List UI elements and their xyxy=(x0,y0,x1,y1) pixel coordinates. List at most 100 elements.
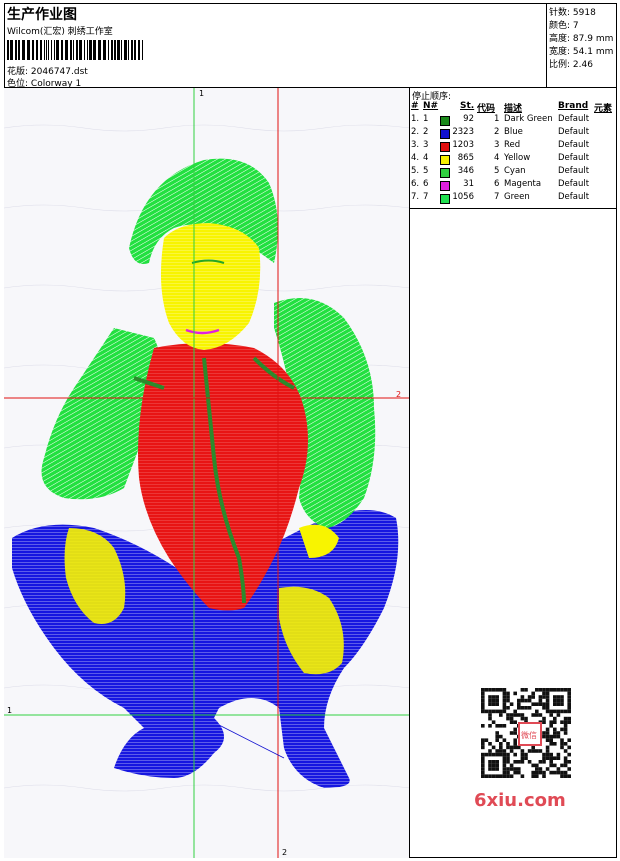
barcode-bar xyxy=(22,40,25,60)
qr-module xyxy=(553,709,557,714)
qr-module xyxy=(502,760,507,764)
qr-module xyxy=(495,731,499,735)
qr-module xyxy=(563,720,568,724)
qr-module xyxy=(560,738,564,742)
qr-module xyxy=(549,688,553,692)
qr-module xyxy=(491,767,496,771)
qr-module xyxy=(538,698,543,703)
qr-module xyxy=(502,749,507,753)
qr-module xyxy=(527,760,532,764)
color-swatch xyxy=(440,168,450,178)
qr-module xyxy=(560,698,564,703)
qr-module xyxy=(549,724,553,728)
col-header-brand: Brand xyxy=(558,101,589,111)
qr-module xyxy=(527,695,532,699)
qr-module xyxy=(567,767,571,771)
qr-module xyxy=(509,745,514,750)
qr-module xyxy=(495,774,499,778)
row-num: 6. xyxy=(411,179,420,189)
row-n: 2 xyxy=(423,127,429,137)
qr-module xyxy=(520,774,525,778)
qr-module xyxy=(553,716,557,721)
row-desc: Magenta xyxy=(504,179,542,189)
row-brand: Default xyxy=(558,114,590,124)
qr-module xyxy=(535,713,539,717)
qr-module xyxy=(488,752,492,757)
qr-module xyxy=(556,731,561,735)
qr-module xyxy=(560,688,564,692)
qr-module xyxy=(524,716,528,721)
qr-module xyxy=(499,724,503,728)
qr-module xyxy=(545,731,550,735)
qr-module xyxy=(538,767,543,771)
qr-module xyxy=(502,706,507,710)
qr-module xyxy=(567,709,571,714)
qr-module xyxy=(549,738,553,742)
qr-module xyxy=(535,770,539,775)
barcode-bar xyxy=(103,40,106,60)
qr-module xyxy=(524,688,528,692)
qr-module xyxy=(506,742,510,746)
qr-module xyxy=(545,752,550,757)
qr-module xyxy=(506,752,510,757)
header-info: 生产作业图 Wilcom(汇宏) 刺绣工作室 花版: 2046747.dst 色… xyxy=(4,3,547,89)
qr-module xyxy=(535,688,539,692)
qr-module xyxy=(520,706,525,710)
qr-module xyxy=(567,774,571,778)
qr-module xyxy=(517,770,521,775)
qr-module xyxy=(545,695,550,699)
qr-module xyxy=(567,720,571,724)
qr-module xyxy=(491,695,496,699)
row-n: 4 xyxy=(423,153,429,163)
vertical-guide-2-label: 2 xyxy=(282,848,287,857)
qr-module xyxy=(502,724,507,728)
qr-module xyxy=(481,767,485,771)
color-swatch xyxy=(440,181,450,191)
qr-module xyxy=(527,698,532,703)
qr-module xyxy=(549,720,553,724)
qr-module xyxy=(531,749,535,753)
qr-module xyxy=(538,770,543,775)
qr-module xyxy=(556,695,561,699)
row-num: 4. xyxy=(411,153,420,163)
barcode-bar xyxy=(70,40,72,60)
qr-module xyxy=(549,770,553,775)
qr-module xyxy=(488,695,492,699)
qr-module xyxy=(560,774,564,778)
qr-module xyxy=(560,720,564,724)
qr-module xyxy=(506,745,510,750)
qr-module xyxy=(506,760,510,764)
qr-module xyxy=(481,706,485,710)
yellow-face xyxy=(160,223,261,350)
qr-module xyxy=(553,731,557,735)
col-header-element: 元素 xyxy=(594,104,613,114)
row-stitches: 31 xyxy=(463,179,474,189)
qr-module xyxy=(531,691,535,696)
qr-module xyxy=(495,752,499,757)
qr-module xyxy=(488,760,492,764)
barcode-bar xyxy=(117,40,120,60)
qr-module xyxy=(481,724,485,728)
row-n: 7 xyxy=(423,192,429,202)
qr-module xyxy=(545,738,550,742)
qr-module xyxy=(502,738,507,742)
qr-module xyxy=(509,763,514,768)
qr-module xyxy=(553,698,557,703)
qr-module xyxy=(563,770,568,775)
qr-module xyxy=(545,688,550,692)
barcode-bar xyxy=(27,40,30,60)
qr-module xyxy=(502,756,507,760)
qr-module xyxy=(509,720,514,724)
table-row: 6. 6 31 6 Magenta Default xyxy=(410,179,617,192)
qr-module xyxy=(513,767,517,771)
barcode-bar xyxy=(124,40,127,60)
qr-module xyxy=(567,702,571,706)
row-num: 7. xyxy=(411,192,420,202)
qr-module xyxy=(484,738,489,742)
table-row: 2. 2 2323 2 Blue Default xyxy=(410,127,617,140)
barcode-bar xyxy=(36,40,38,60)
qr-module xyxy=(567,752,571,757)
qr-module xyxy=(517,745,521,750)
col-header-code: 代码 xyxy=(477,104,496,114)
qr-module xyxy=(488,742,492,746)
